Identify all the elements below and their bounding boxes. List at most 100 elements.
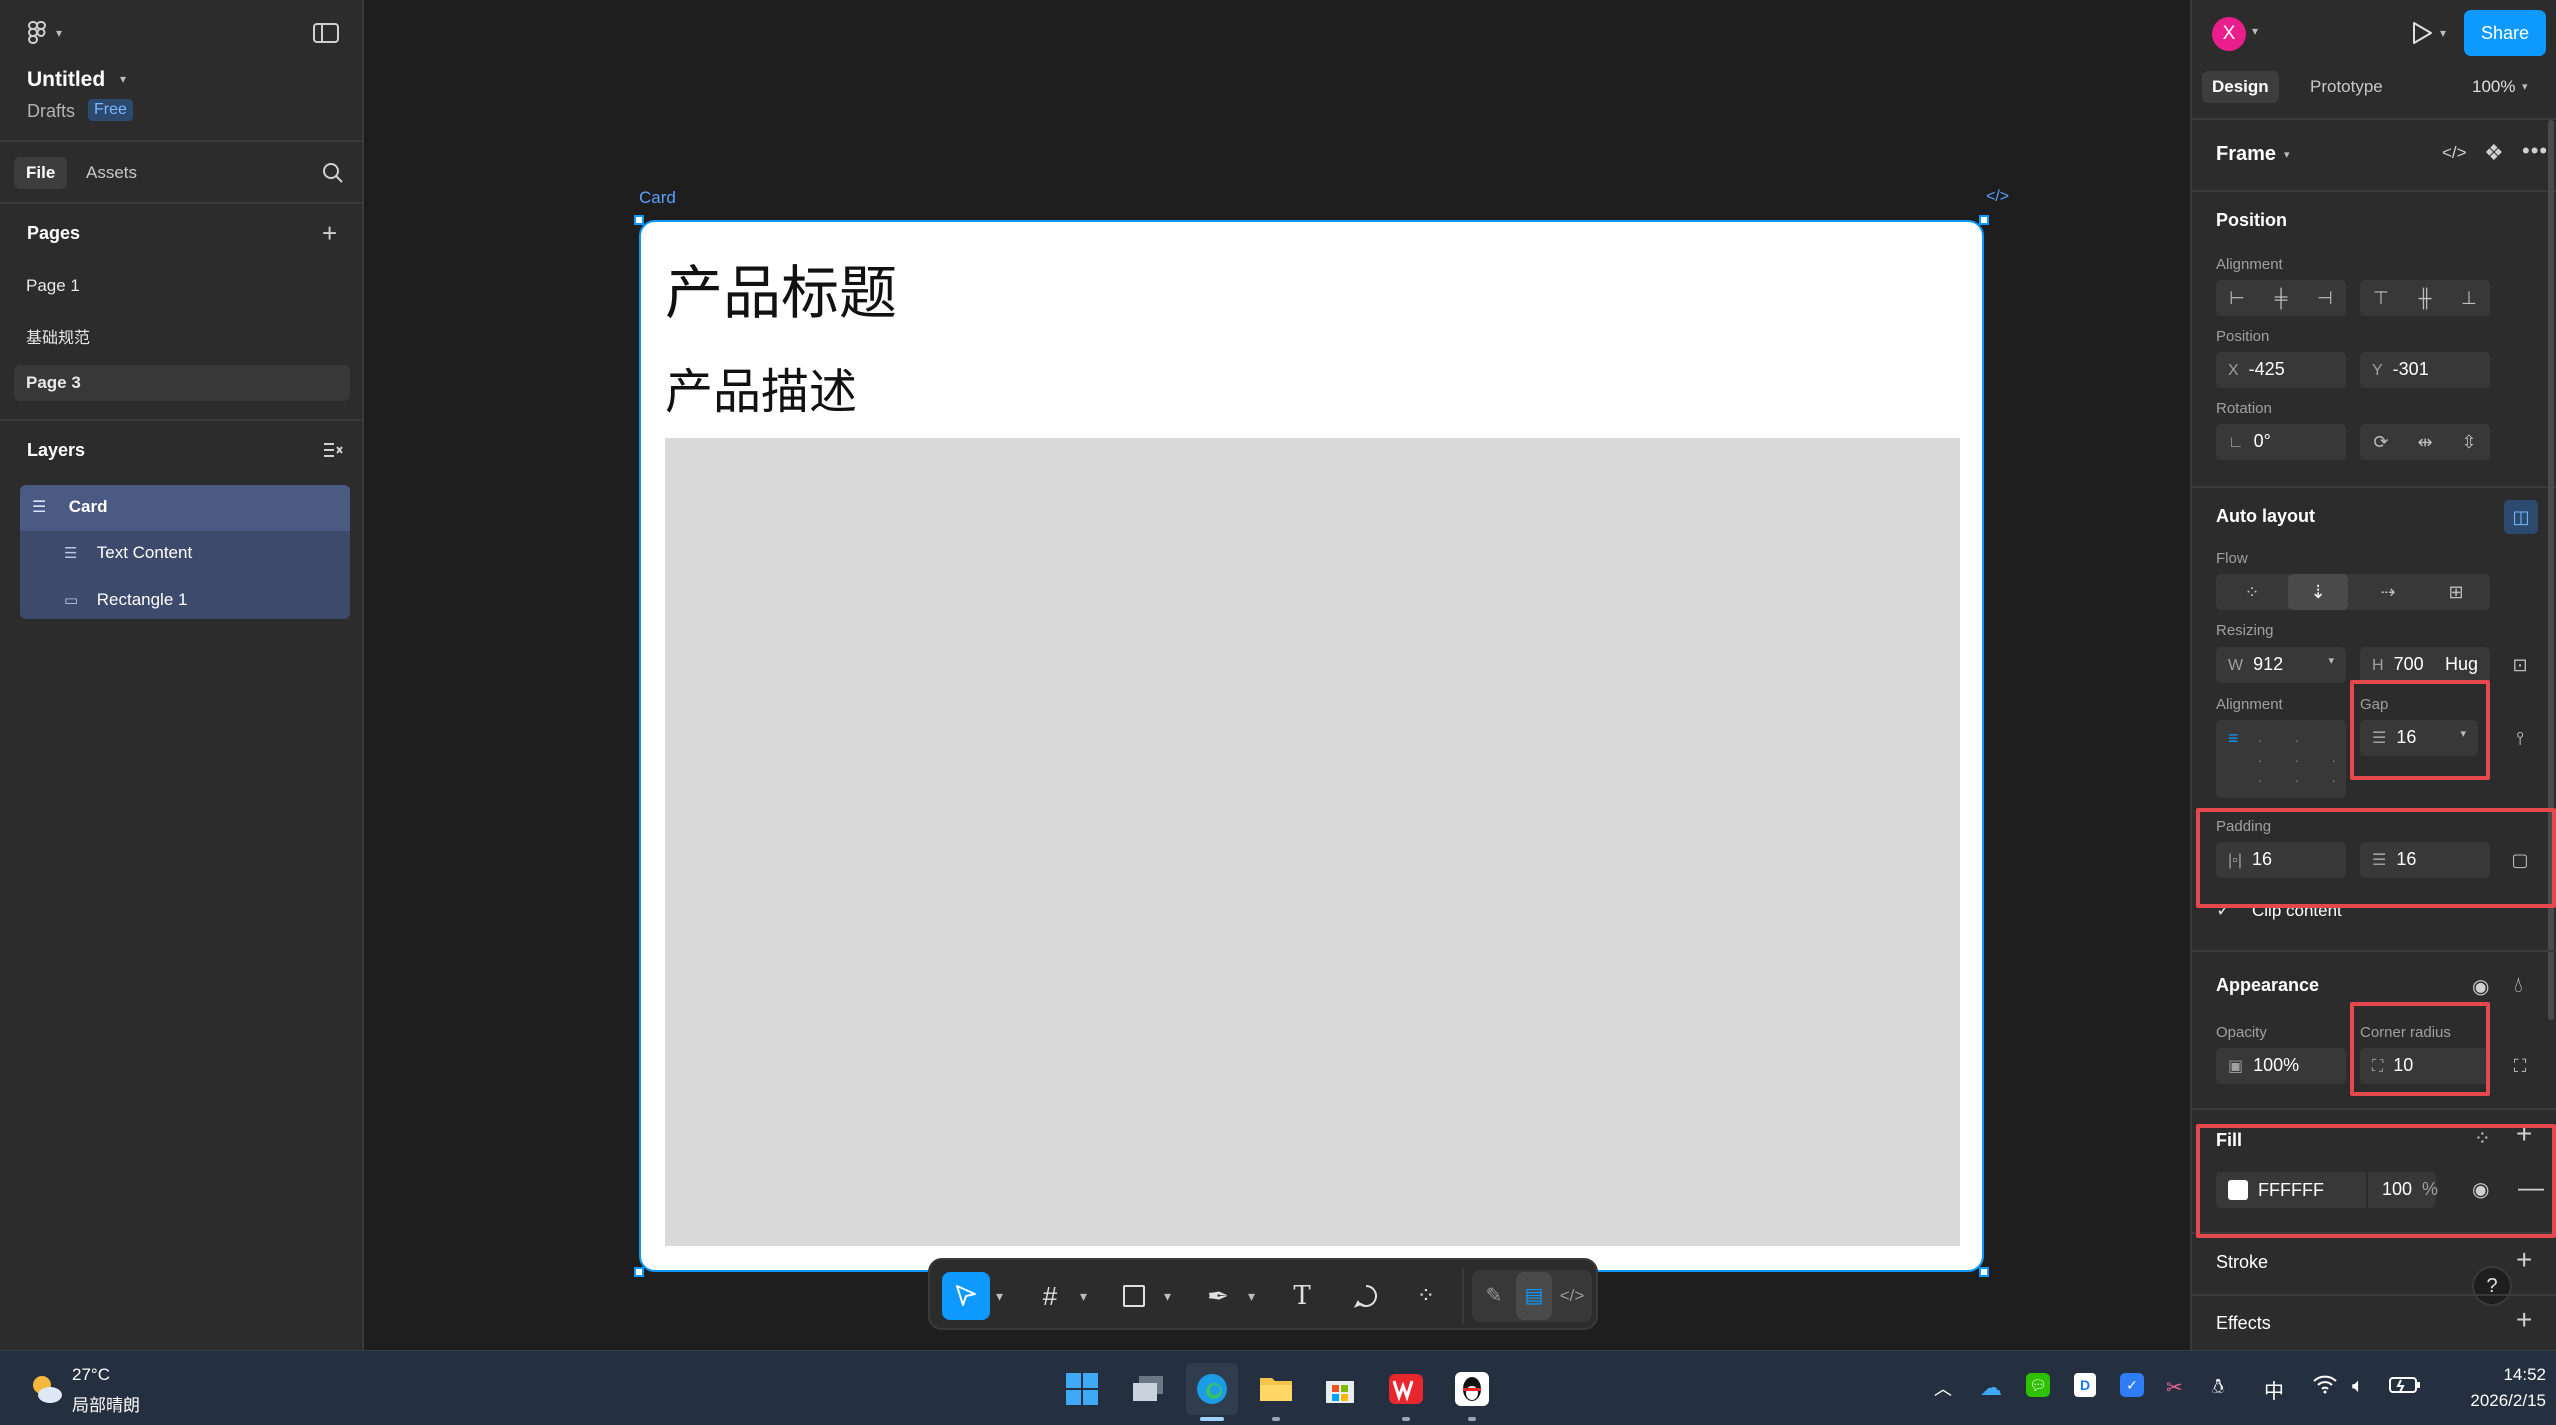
resize-handle-bottom-right[interactable] [1979, 1267, 1989, 1277]
battery-icon[interactable] [2388, 1373, 2422, 1401]
card-frame[interactable]: 产品标题 产品描述 [639, 220, 1984, 1272]
align-top-icon[interactable]: ⊤ [2360, 280, 2402, 316]
tab-design[interactable]: Design [2202, 71, 2279, 103]
frame-type-selector[interactable]: Frame [2216, 143, 2276, 166]
wifi-icon[interactable] [2312, 1373, 2338, 1401]
share-button[interactable]: Share [2464, 10, 2546, 56]
resize-handle-top-right[interactable] [1979, 215, 1989, 225]
zoom-level[interactable]: 100% [2472, 77, 2515, 97]
code-icon[interactable]: </> [1986, 188, 2009, 206]
resize-handle-bottom-left[interactable] [634, 1267, 644, 1277]
page-item-1[interactable]: Page 1 [14, 268, 350, 304]
rotate-icon[interactable]: ⟳ [2360, 424, 2402, 460]
chevron-down-icon[interactable]: ▾ [996, 1288, 1003, 1305]
text-tool-icon[interactable]: T [1278, 1272, 1326, 1320]
eye-icon[interactable]: ◉ [2472, 974, 2489, 999]
align-left-icon[interactable]: ⊢ [2216, 280, 2258, 316]
tab-file[interactable]: File [14, 157, 68, 189]
eye-icon[interactable]: ◉ [2472, 1177, 2489, 1202]
resize-handle-top-left[interactable] [634, 215, 644, 225]
scrollbar-thumb[interactable] [2548, 120, 2554, 1020]
gap-settings-icon[interactable]: ⫯ [2502, 720, 2538, 756]
assets-tool-icon[interactable]: ⁘ [1402, 1272, 1450, 1320]
chevron-down-icon[interactable]: ▾ [2252, 24, 2258, 38]
align-center-h-icon[interactable]: ╪ [2260, 280, 2302, 316]
wps-office-icon[interactable] [1380, 1363, 1432, 1415]
rotation-field[interactable]: ∟ 0° [2216, 424, 2346, 460]
tab-prototype[interactable]: Prototype [2310, 77, 2383, 97]
opacity-field[interactable]: ▣ 100% [2216, 1048, 2346, 1084]
flow-vertical-icon[interactable]: ⇣ [2288, 574, 2348, 610]
layer-row-card[interactable]: ☰ Card [20, 485, 350, 531]
flip-horizontal-icon[interactable]: ⇹ [2404, 424, 2446, 460]
clock-time[interactable]: 14:52 [2466, 1365, 2546, 1385]
add-effect-icon[interactable]: + [2516, 1306, 2532, 1334]
dingtalk-icon[interactable]: D [2074, 1373, 2096, 1397]
search-icon[interactable] [322, 162, 344, 189]
page-item-2[interactable]: 基础规范 [14, 316, 350, 352]
remove-fill-icon[interactable]: — [2518, 1172, 2544, 1203]
y-position-field[interactable]: Y -301 [2360, 352, 2490, 388]
auto-layout-toggle-icon[interactable]: ◫ [2504, 500, 2538, 534]
align-center-v-icon[interactable]: ╫ [2404, 280, 2446, 316]
align-bottom-icon[interactable]: ⊥ [2448, 280, 2490, 316]
sidebar-toggle-icon[interactable] [313, 22, 339, 49]
chevron-down-icon[interactable]: ▾ [2522, 80, 2528, 93]
chevron-down-icon[interactable]: ▾ [2440, 26, 2446, 40]
chevron-down-icon[interactable]: ▾ [2284, 148, 2290, 161]
component-icon[interactable]: ❖ [2484, 140, 2504, 166]
flip-vertical-icon[interactable]: ⇳ [2448, 424, 2490, 460]
independent-corners-icon[interactable]: ⛶ [2502, 1048, 2538, 1084]
height-field[interactable]: H 700 Hug [2360, 647, 2490, 683]
resize-to-fit-icon[interactable]: ⊡ [2502, 647, 2538, 683]
wechat-icon[interactable]: 💬︎ [2026, 1373, 2050, 1397]
move-tool-icon[interactable] [942, 1272, 990, 1320]
add-page-icon[interactable]: + [322, 220, 337, 246]
individual-padding-icon[interactable]: ▢ [2502, 842, 2538, 878]
horizontal-padding-field[interactable]: |▫| 16 [2216, 842, 2346, 878]
clip-content-checkbox[interactable]: ✓ [2216, 900, 2238, 922]
layer-row-text-content[interactable]: ☰ Text Content [20, 531, 350, 577]
frame-tool-icon[interactable]: # [1026, 1272, 1074, 1320]
align-right-icon[interactable]: ⊣ [2304, 280, 2346, 316]
chevron-down-icon[interactable]: ▾ [1248, 1288, 1255, 1305]
card-description[interactable]: 产品描述 [665, 352, 857, 422]
drafts-location[interactable]: Drafts [27, 101, 75, 122]
draw-mode-icon[interactable]: ✎ [1476, 1272, 1512, 1320]
chevron-down-icon[interactable]: ▾ [120, 72, 126, 86]
flow-horizontal-icon[interactable]: ⇢ [2358, 574, 2418, 610]
chevron-up-icon[interactable]: ︿ [1934, 1375, 1952, 1401]
layer-list-icon[interactable] [322, 440, 344, 465]
chevron-down-icon[interactable]: ▾ [1080, 1288, 1087, 1305]
present-icon[interactable] [2410, 20, 2434, 51]
design-mode-icon[interactable]: ▤ [1516, 1272, 1552, 1320]
frame-name-label[interactable]: Card [639, 188, 676, 208]
card-title[interactable]: 产品标题 [665, 246, 897, 330]
flow-free-icon[interactable]: ⁘ [2222, 574, 2282, 610]
flow-grid-icon[interactable]: ⊞ [2426, 574, 2486, 610]
rectangle-tool-icon[interactable] [1110, 1272, 1158, 1320]
qq-icon[interactable] [1446, 1363, 1498, 1415]
weather-icon[interactable] [28, 1371, 64, 1407]
vertical-padding-field[interactable]: ☰ 16 [2360, 842, 2490, 878]
blend-mode-icon[interactable]: 💧︎ [2514, 972, 2523, 998]
code-icon[interactable]: </> [2442, 143, 2467, 163]
layer-row-rectangle[interactable]: ▭ Rectangle 1 [20, 578, 350, 624]
tab-assets[interactable]: Assets [74, 157, 149, 189]
start-button[interactable] [1056, 1363, 1108, 1415]
snipping-tool-icon[interactable]: ✂ [2166, 1375, 2183, 1400]
edge-browser-icon[interactable] [1186, 1363, 1238, 1415]
clock-date[interactable]: 2026/2/15 [2436, 1391, 2546, 1411]
fill-color-field[interactable]: FFFFFF 100 % [2216, 1172, 2438, 1208]
feishu-icon[interactable]: ✓ [2120, 1373, 2144, 1397]
x-position-field[interactable]: X -425 [2216, 352, 2346, 388]
page-item-3[interactable]: Page 3 [14, 365, 350, 401]
gap-field[interactable]: ☰ 16 ▾ [2360, 720, 2478, 756]
weather-temperature[interactable]: 27°C [72, 1365, 110, 1385]
avatar[interactable]: X [2212, 17, 2246, 51]
fill-swatch[interactable] [2228, 1180, 2248, 1201]
add-fill-icon[interactable]: + [2516, 1120, 2532, 1148]
rectangle-placeholder[interactable] [665, 438, 1960, 1246]
more-options-icon[interactable]: ••• [2522, 138, 2548, 164]
microsoft-store-icon[interactable] [1314, 1363, 1366, 1415]
